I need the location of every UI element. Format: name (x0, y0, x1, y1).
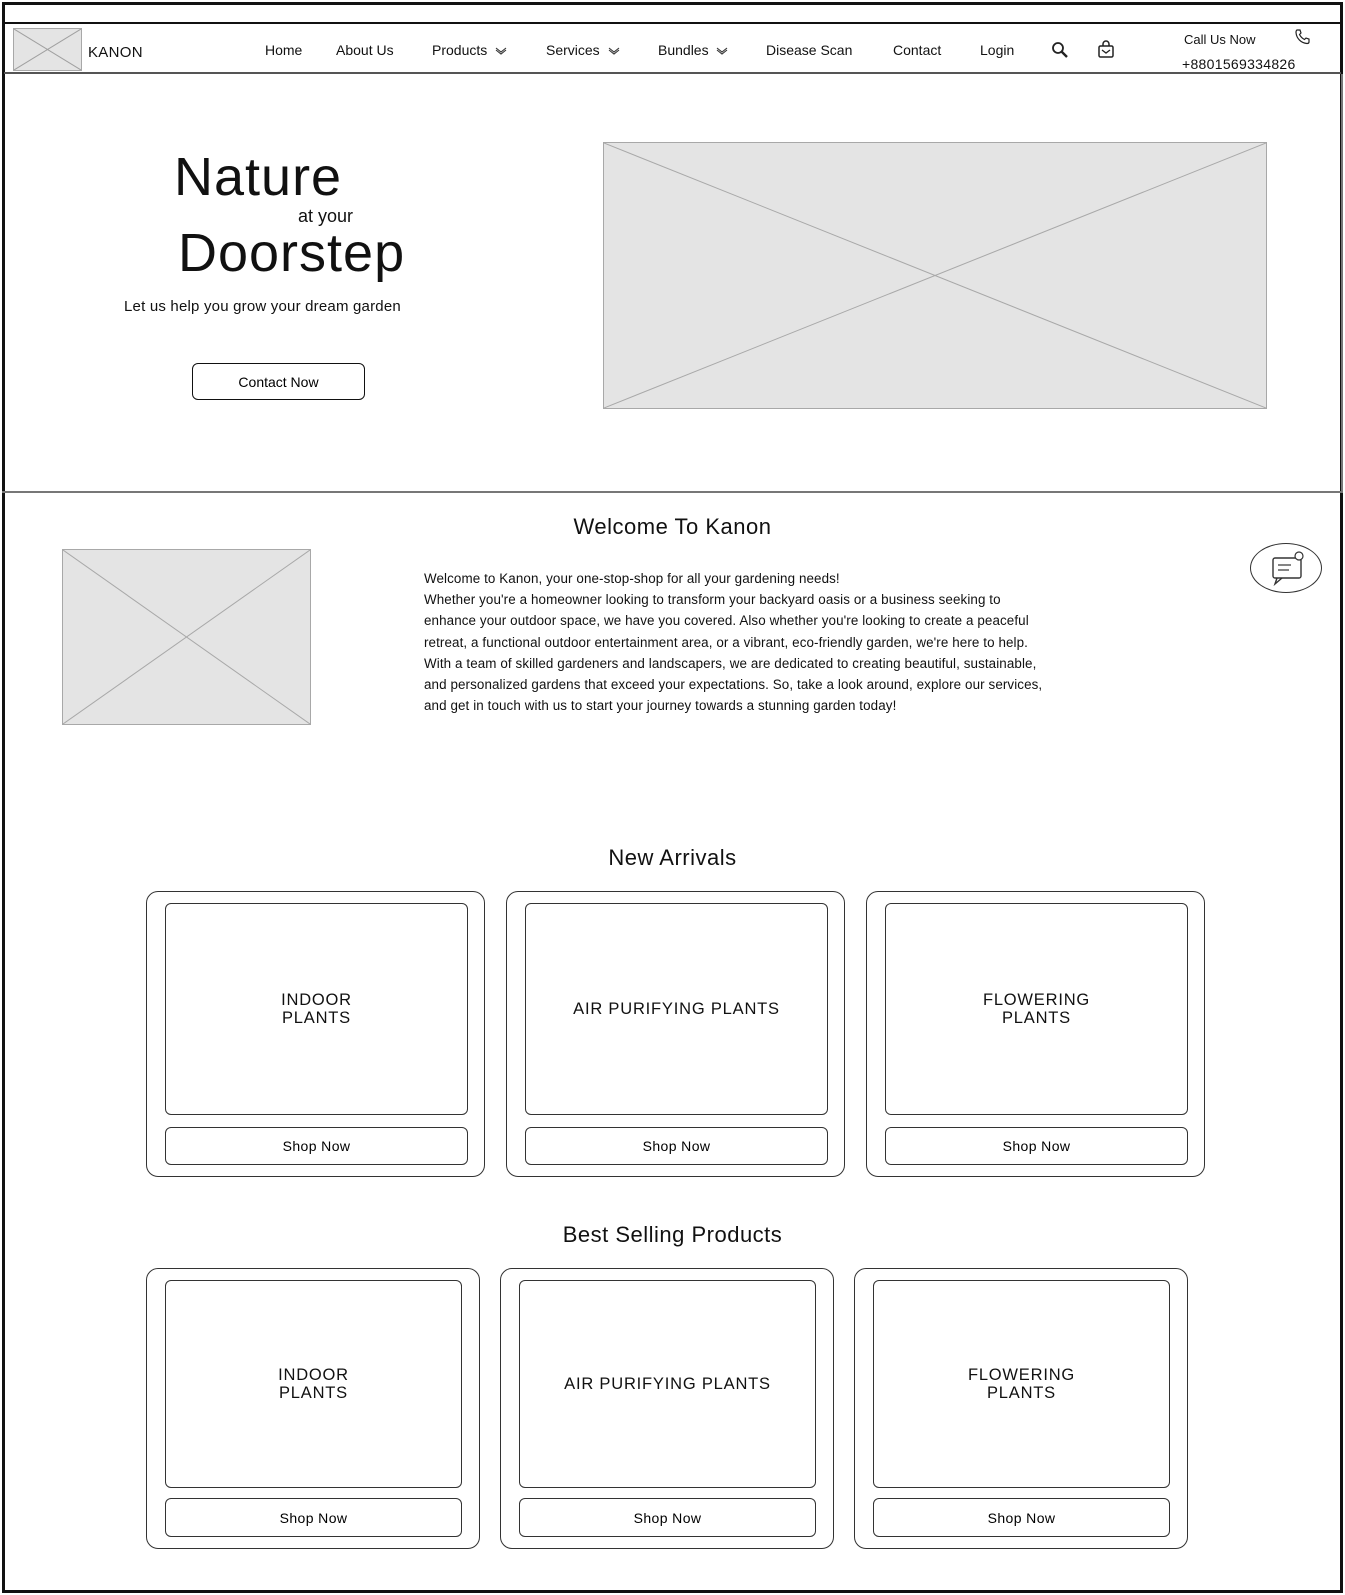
shop-now-button[interactable]: Shop Now (165, 1498, 462, 1537)
new-arrivals-title: New Arrivals (608, 845, 737, 870)
nav-services[interactable]: Services (546, 42, 620, 58)
chevron-down-icon (608, 47, 619, 56)
contact-now-button[interactable]: Contact Now (192, 363, 365, 400)
product-image-tile[interactable]: AIR PURIFYING PLANTS (519, 1280, 816, 1488)
product-image-tile[interactable]: FLOWERING PLANTS (885, 903, 1188, 1115)
nav-login[interactable]: Login (980, 42, 1014, 58)
nav-bundles[interactable]: Bundles (658, 42, 728, 58)
nav-products-label: Products (432, 42, 488, 58)
nav-about-us[interactable]: About Us (336, 42, 394, 58)
nav-services-label: Services (546, 42, 600, 58)
product-card-label: FLOWERING PLANTS (967, 1366, 1076, 1402)
product-card-label: INDOOR PLANTS (281, 991, 352, 1027)
nav-products[interactable]: Products (432, 42, 507, 58)
nav-bundles-label: Bundles (658, 42, 709, 58)
hero-subtitle: Let us help you grow your dream garden (124, 298, 401, 315)
product-card-label: FLOWERING PLANTS (982, 991, 1091, 1027)
shop-now-button[interactable]: Shop Now (165, 1127, 468, 1165)
welcome-line: With a team of skilled gardeners and lan… (424, 655, 1037, 671)
search-icon[interactable] (1050, 40, 1070, 60)
hero-image-placeholder (603, 142, 1267, 409)
product-image-tile[interactable]: INDOOR PLANTS (165, 1280, 462, 1488)
welcome-title: Welcome To Kanon (573, 514, 772, 539)
product-card: FLOWERING PLANTS Shop Now (866, 891, 1205, 1177)
product-image-tile[interactable]: FLOWERING PLANTS (873, 1280, 1170, 1488)
best-selling-title: Best Selling Products (562, 1222, 783, 1247)
hero-section: Nature at your Doorstep Let us help you … (2, 74, 1343, 493)
logo-placeholder[interactable] (13, 28, 82, 71)
nav-disease-scan[interactable]: Disease Scan (766, 42, 852, 58)
call-us-label: Call Us Now (1184, 32, 1256, 47)
hero-title-nature: Nature (174, 147, 343, 207)
welcome-line: Welcome to Kanon, your one-stop-shop for… (424, 571, 840, 586)
product-image-tile[interactable]: AIR PURIFYING PLANTS (525, 903, 828, 1115)
product-card: AIR PURIFYING PLANTS Shop Now (500, 1268, 834, 1549)
brand-name[interactable]: KANON (88, 44, 143, 61)
cart-icon[interactable] (1096, 40, 1116, 60)
nav-contact[interactable]: Contact (893, 42, 941, 58)
chevron-down-icon (495, 47, 507, 56)
shop-now-button[interactable]: Shop Now (873, 1498, 1170, 1537)
product-card: INDOOR PLANTS Shop Now (146, 1268, 480, 1549)
phone-number[interactable]: +8801569334826 (1182, 56, 1296, 72)
hero-title-doorstep: Doorstep (178, 223, 406, 283)
welcome-image-placeholder (62, 549, 311, 725)
site-header: KANON Home About Us Products Services Bu… (4, 24, 1341, 74)
product-card: INDOOR PLANTS Shop Now (146, 891, 485, 1177)
phone-icon[interactable] (1294, 28, 1312, 46)
product-card: AIR PURIFYING PLANTS Shop Now (506, 891, 845, 1177)
nav-home[interactable]: Home (265, 42, 302, 58)
product-image-tile[interactable]: INDOOR PLANTS (165, 903, 468, 1115)
product-card: FLOWERING PLANTS Shop Now (854, 1268, 1188, 1549)
chat-icon (1272, 551, 1304, 587)
welcome-line: retreat, a functional outdoor entertainm… (424, 634, 1028, 650)
product-card-label: AIR PURIFYING PLANTS (573, 1000, 780, 1018)
welcome-line: enhance your outdoor space, we have you … (424, 613, 1029, 629)
welcome-line: and personalized gardens that exceed you… (424, 677, 1043, 693)
browser-top-strip (2, 2, 1343, 24)
welcome-line: Whether you're a homeowner looking to tr… (424, 592, 1001, 608)
welcome-line: and get in touch with us to start your j… (424, 698, 897, 714)
product-card-label: INDOOR PLANTS (278, 1366, 349, 1402)
welcome-paragraph: Welcome to Kanon, your one-stop-shop for… (424, 568, 1204, 716)
shop-now-button[interactable]: Shop Now (525, 1127, 828, 1165)
product-card-label: AIR PURIFYING PLANTS (564, 1375, 771, 1393)
chevron-down-icon (717, 47, 728, 56)
shop-now-button[interactable]: Shop Now (519, 1498, 816, 1537)
chat-button[interactable] (1250, 543, 1322, 593)
shop-now-button[interactable]: Shop Now (885, 1127, 1188, 1165)
